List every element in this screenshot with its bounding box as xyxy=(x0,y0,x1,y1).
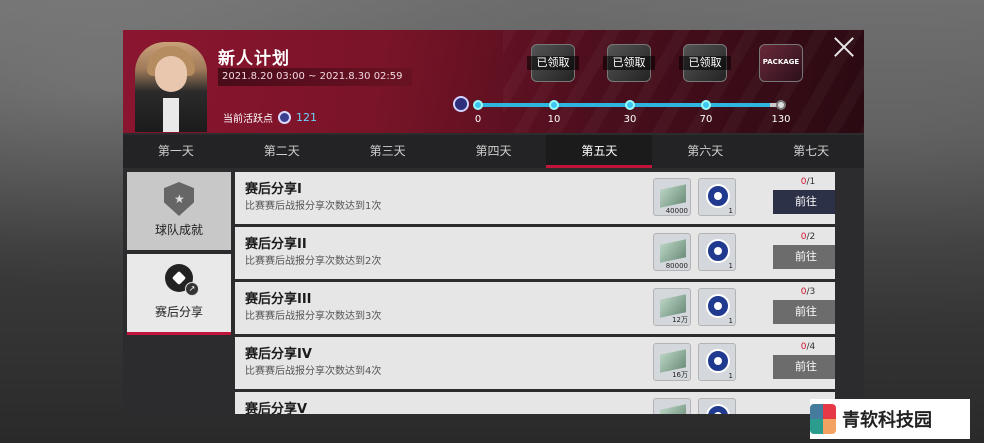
progress-ball-icon xyxy=(453,96,469,112)
event-date-range: 2021.8.20 03:00 ~ 2021.8.30 02:59 xyxy=(218,68,412,86)
task-progress: 0/3 xyxy=(800,287,816,297)
sidebar-item-match-share[interactable]: ↗ 赛后分享 xyxy=(127,254,231,335)
activity-value: 121 xyxy=(296,111,317,124)
day-tabs: 第一天 第二天 第三天 第四天 第五天 第六天 第七天 xyxy=(123,135,864,168)
task-row: 赛后分享II 比赛赛后战报分享次数达到2次 80000 1 0/2 前往 xyxy=(235,227,835,279)
tab-day-5[interactable]: 第五天 xyxy=(546,135,653,168)
token-reward-icon[interactable]: 1 xyxy=(698,288,736,326)
reward-qty: 1 xyxy=(728,317,733,325)
close-icon[interactable] xyxy=(833,36,855,58)
token-reward-icon[interactable]: 1 xyxy=(698,343,736,381)
page-title: 新人计划 xyxy=(218,49,290,69)
panel-header: 新人计划 2021.8.20 03:00 ~ 2021.8.30 02:59 当… xyxy=(123,30,864,133)
cash-reward-icon[interactable]: 12万 xyxy=(653,288,691,326)
task-desc: 比赛赛后战报分享次数达到1次 xyxy=(245,201,382,212)
task-progress: 0/1 xyxy=(800,177,816,187)
go-button[interactable]: 前往 xyxy=(773,355,835,379)
reward-package[interactable]: PACKAGE xyxy=(759,44,803,82)
milestone-node-10 xyxy=(549,100,559,110)
task-desc: 比赛赛后战报分享次数达到3次 xyxy=(245,311,382,322)
reward-qty: 1 xyxy=(728,207,733,215)
reward-qty: 16万 xyxy=(672,371,688,379)
task-name: 赛后分享III xyxy=(245,292,312,307)
tick-label: 0 xyxy=(474,114,482,125)
task-progress: 0/2 xyxy=(800,232,816,242)
reward-qty: 12万 xyxy=(672,316,688,324)
task-row: 赛后分享III 比赛赛后战报分享次数达到3次 12万 1 0/3 前往 xyxy=(235,282,835,334)
package-label: PACKAGE xyxy=(762,58,800,66)
activity-label: 当前活跃点 xyxy=(223,114,273,125)
activity-ball-icon xyxy=(278,111,291,124)
reward-qty: 1 xyxy=(728,262,733,270)
token-reward-icon[interactable]: 1 xyxy=(698,233,736,271)
cash-reward-icon[interactable]: 16万 xyxy=(653,343,691,381)
cash-reward-icon[interactable] xyxy=(653,398,691,414)
reward-qty: 80000 xyxy=(665,262,688,270)
tick-label: 70 xyxy=(699,114,713,125)
sidebar-item-label: 赛后分享 xyxy=(154,305,203,319)
reward-status: 已领取 xyxy=(603,56,655,70)
task-row: 赛后分享I 比赛赛后战报分享次数达到1次 40000 1 0/1 前往 xyxy=(235,172,835,224)
tick-label: 10 xyxy=(547,114,561,125)
tick-label: 30 xyxy=(623,114,637,125)
avatar xyxy=(135,42,207,132)
milestone-node-70 xyxy=(701,100,711,110)
category-sidebar: ★ 球队成就 ↗ 赛后分享 xyxy=(127,172,231,339)
task-row: 赛后分享V xyxy=(235,392,835,414)
tab-day-7[interactable]: 第七天 xyxy=(758,135,864,168)
token-reward-icon[interactable]: 1 xyxy=(698,178,736,216)
task-name: 赛后分享IV xyxy=(245,347,312,362)
sidebar-item-team-achievement[interactable]: ★ 球队成就 xyxy=(127,172,231,250)
reward-qty: 1 xyxy=(728,372,733,380)
task-list: 赛后分享I 比赛赛后战报分享次数达到1次 40000 1 0/1 前往 赛后分享… xyxy=(235,172,835,414)
sidebar-item-label: 球队成就 xyxy=(154,223,203,237)
task-desc: 比赛赛后战报分享次数达到2次 xyxy=(245,256,382,267)
tick-label: 130 xyxy=(771,114,791,125)
go-button[interactable]: 前往 xyxy=(773,300,835,324)
milestone-node-0 xyxy=(473,100,483,110)
activity-points: 当前活跃点 121 xyxy=(223,110,317,125)
task-name: 赛后分享I xyxy=(245,182,302,197)
watermark-text: 青软科技园 xyxy=(842,410,932,431)
task-desc: 比赛赛后战报分享次数达到4次 xyxy=(245,366,382,377)
shield-star-icon: ★ xyxy=(164,182,194,216)
watermark-logo: 青软科技园 xyxy=(810,399,970,439)
reward-chest-1[interactable]: 已领取 xyxy=(527,44,579,82)
task-progress: 0/4 xyxy=(800,342,816,352)
reward-status: 已领取 xyxy=(527,56,579,70)
milestone-node-30 xyxy=(625,100,635,110)
soccer-share-icon: ↗ xyxy=(165,264,199,296)
reward-qty: 40000 xyxy=(665,207,688,215)
go-button[interactable]: 前往 xyxy=(773,190,835,214)
cash-reward-icon[interactable]: 40000 xyxy=(653,178,691,216)
task-row: 赛后分享IV 比赛赛后战报分享次数达到4次 16万 1 0/4 前往 xyxy=(235,337,835,389)
task-name: 赛后分享V xyxy=(245,402,308,414)
watermark-icon xyxy=(810,404,836,434)
task-name: 赛后分享II xyxy=(245,237,307,252)
tab-day-1[interactable]: 第一天 xyxy=(123,135,229,168)
reward-chest-2[interactable]: 已领取 xyxy=(603,44,655,82)
tab-day-3[interactable]: 第三天 xyxy=(335,135,441,168)
cash-reward-icon[interactable]: 80000 xyxy=(653,233,691,271)
tab-day-6[interactable]: 第六天 xyxy=(652,135,758,168)
reward-chest-3[interactable]: 已领取 xyxy=(679,44,731,82)
tab-day-2[interactable]: 第二天 xyxy=(229,135,335,168)
go-button[interactable]: 前往 xyxy=(773,245,835,269)
reward-status: 已领取 xyxy=(679,56,731,70)
activity-progress-fill xyxy=(475,103,770,107)
token-reward-icon[interactable] xyxy=(698,398,736,414)
newbie-plan-panel: 新人计划 2021.8.20 03:00 ~ 2021.8.30 02:59 当… xyxy=(123,30,864,414)
tab-day-4[interactable]: 第四天 xyxy=(441,135,547,168)
milestone-node-130 xyxy=(776,100,786,110)
